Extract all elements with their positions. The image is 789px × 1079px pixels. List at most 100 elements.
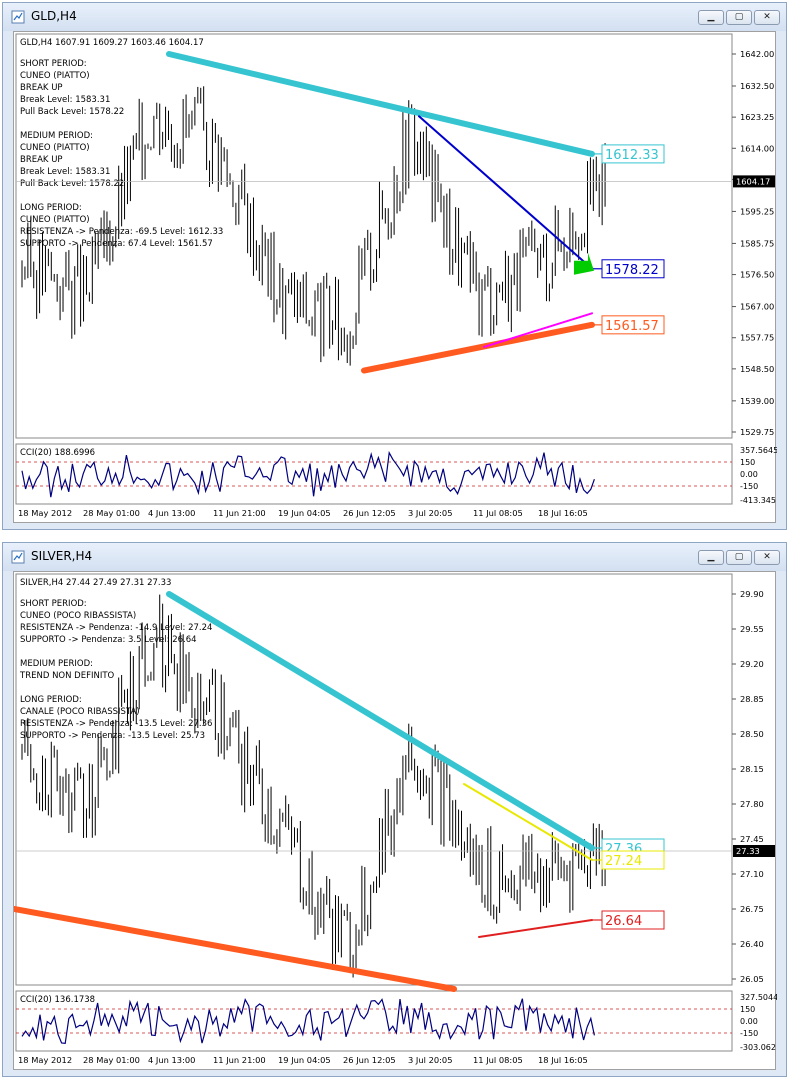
- trendline: [11, 906, 457, 992]
- window-title: SILVER,H4: [31, 549, 93, 563]
- cci-tick-label: 327.5044: [740, 993, 777, 1002]
- window-titlebar[interactable]: SILVER,H4 ▁ ▢ ✕: [3, 543, 786, 571]
- indicator-info-line: MEDIUM PERIOD:: [20, 131, 93, 141]
- cci-line: [21, 998, 595, 1045]
- date-tick-label: 28 May 01:00: [83, 508, 140, 518]
- date-tick-label: 11 Jun 21:00: [213, 1055, 266, 1065]
- chart-window-icon: [11, 550, 25, 564]
- price-tick-label: 29.90: [740, 589, 764, 599]
- price-chart[interactable]: GLD,H4 1607.91 1609.27 1603.46 1604.17 SH…: [14, 32, 778, 524]
- price-tick-label: 29.20: [740, 659, 764, 669]
- price-tick-label: 28.85: [740, 694, 764, 704]
- window-titlebar[interactable]: GLD,H4 ▁ ▢ ✕: [3, 3, 786, 31]
- price-tick-label: 27.10: [740, 869, 764, 879]
- date-tick-label: 11 Jun 21:00: [213, 508, 266, 518]
- chart-window-icon: [11, 10, 25, 24]
- minimize-button[interactable]: ▁: [698, 550, 724, 565]
- indicator-info-line: SUPPORTO -> Pendenza: 3.5 Level: 26.64: [20, 635, 197, 645]
- level-label: 27.24: [605, 854, 642, 869]
- price-tick-label: 29.55: [740, 624, 764, 634]
- trendline: [361, 321, 595, 374]
- price-tick-label: 1557.75: [740, 333, 774, 343]
- level-label: 26.64: [605, 914, 642, 929]
- indicator-info-line: BREAK UP: [20, 155, 63, 165]
- indicator-info-line: TREND NON DEFINITO: [19, 671, 115, 681]
- price-tick-label: 28.15: [740, 764, 764, 774]
- indicator-info-line: SHORT PERIOD:: [20, 599, 87, 609]
- cci-tick-label: -303.062: [740, 1043, 776, 1052]
- date-tick-label: 19 Jun 04:05: [278, 1055, 331, 1065]
- indicator-info-line: MEDIUM PERIOD:: [20, 659, 93, 669]
- cci-plot-frame: [15, 990, 733, 1052]
- indicator-info-line: Break Level: 1583.31: [20, 95, 110, 105]
- restore-button[interactable]: ▢: [726, 550, 752, 565]
- restore-button[interactable]: ▢: [726, 10, 752, 25]
- level-label: 1578.22: [605, 263, 659, 278]
- date-tick-label: 18 Jul 16:05: [538, 508, 588, 518]
- trendline: [463, 783, 593, 861]
- indicator-info-line: BREAK UP: [20, 83, 63, 93]
- trendline: [166, 591, 595, 851]
- cci-tick-label: 0.00: [740, 1017, 758, 1026]
- date-tick-label: 11 Jul 08:05: [473, 508, 523, 518]
- date-tick-label: 18 Jul 16:05: [538, 1055, 588, 1065]
- price-tick-label: 1642.00: [740, 49, 774, 59]
- trendline: [478, 919, 593, 938]
- indicator-info-line: SUPPORTO -> Pendenza: 67.4 Level: 1561.5…: [20, 239, 213, 249]
- price-tick-label: 1632.50: [740, 81, 774, 91]
- indicator-info-line: LONG PERIOD:: [20, 695, 82, 705]
- price-tick-label: 26.40: [740, 939, 764, 949]
- date-tick-label: 4 Jun 13:00: [148, 508, 195, 518]
- price-tick-label: 27.45: [740, 834, 764, 844]
- gld-chart-window[interactable]: GLD,H4 ▁ ▢ ✕ GLD,H4 1607.91 1609.27 1603…: [2, 2, 787, 530]
- price-tick-label: 1548.50: [740, 364, 774, 374]
- current-price-label: 1604.17: [736, 176, 770, 186]
- indicator-info-line: CANALE (POCO RIBASSISTA): [20, 707, 140, 717]
- chart-header: GLD,H4 1607.91 1609.27 1603.46 1604.17: [20, 38, 204, 48]
- date-tick-label: 3 Jul 20:05: [408, 508, 452, 518]
- close-button[interactable]: ✕: [754, 10, 780, 25]
- date-tick-label: 26 Jun 12:05: [343, 1055, 396, 1065]
- cci-label: CCI(20) 136.1738: [20, 995, 95, 1005]
- indicator-info-line: RESISTENZA -> Pendenza: -69.5 Level: 161…: [20, 227, 223, 237]
- price-tick-label: 27.80: [740, 799, 764, 809]
- price-tick-label: 1539.00: [740, 396, 774, 406]
- trendline: [166, 51, 595, 157]
- cci-tick-label: 150: [740, 458, 755, 467]
- indicator-info-line: LONG PERIOD:: [20, 203, 82, 213]
- chart-area[interactable]: GLD,H4 1607.91 1609.27 1603.46 1604.17 SH…: [13, 31, 778, 524]
- cci-tick-label: 0.00: [740, 470, 758, 479]
- price-tick-label: 26.75: [740, 904, 764, 914]
- price-tick-label: 1614.00: [740, 143, 774, 153]
- minimize-button[interactable]: ▁: [698, 10, 724, 25]
- silver-chart-window[interactable]: SILVER,H4 ▁ ▢ ✕ SILVER,H4 27.44 27.49 27…: [2, 542, 787, 1077]
- indicator-info-line: SHORT PERIOD:: [20, 59, 87, 69]
- indicator-info-line: Break Level: 1583.31: [20, 167, 110, 177]
- cci-tick-label: -413.345: [740, 496, 776, 505]
- level-label: 1612.33: [605, 148, 659, 163]
- trendline: [418, 115, 593, 270]
- price-tick-label: 28.50: [740, 729, 764, 739]
- current-price-label: 27.33: [736, 846, 760, 856]
- chart-header: SILVER,H4 27.44 27.49 27.31 27.33: [20, 578, 171, 588]
- date-tick-label: 4 Jun 13:00: [148, 1055, 195, 1065]
- price-tick-label: 1623.25: [740, 112, 774, 122]
- close-button[interactable]: ✕: [754, 550, 780, 565]
- cci-tick-label: -150: [740, 1029, 758, 1038]
- window-title: GLD,H4: [31, 9, 77, 23]
- date-tick-label: 18 May 2012: [18, 508, 72, 518]
- price-tick-label: 1567.00: [740, 302, 774, 312]
- chart-area[interactable]: SILVER,H4 27.44 27.49 27.31 27.33 SHORT P…: [11, 571, 778, 1071]
- level-label: 1561.57: [605, 319, 659, 334]
- cci-tick-label: 150: [740, 1005, 755, 1014]
- cci-label: CCI(20) 188.6996: [20, 448, 95, 458]
- price-chart[interactable]: SILVER,H4 27.44 27.49 27.31 27.33 SHORT P…: [11, 572, 778, 1071]
- indicator-info-line: Pull Back Level: 1578.22: [20, 107, 124, 117]
- cci-tick-label: -150: [740, 482, 758, 491]
- indicator-info-line: CUNEO (POCO RIBASSISTA): [20, 611, 136, 621]
- price-tick-label: 1576.50: [740, 270, 774, 280]
- indicator-info-line: CUNEO (PIATTO): [20, 71, 90, 81]
- date-tick-label: 11 Jul 08:05: [473, 1055, 523, 1065]
- indicator-info-line: CUNEO (PIATTO): [20, 143, 90, 153]
- indicator-info-line: Pull Back Level: 1578.22: [20, 179, 124, 189]
